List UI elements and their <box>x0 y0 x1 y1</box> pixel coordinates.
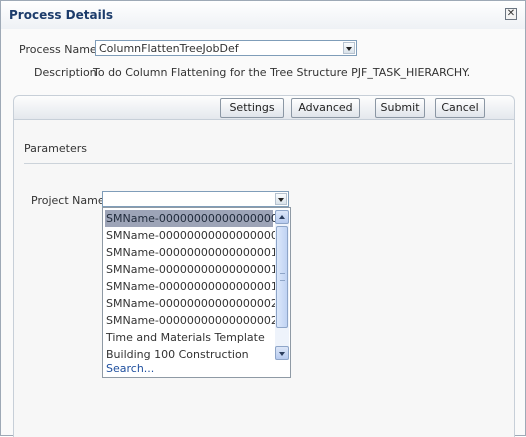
cancel-button[interactable]: Cancel <box>435 98 485 118</box>
submit-button[interactable]: Submit <box>375 98 425 118</box>
process-name-value: ColumnFlattenTreeJobDef <box>99 42 239 55</box>
list-item[interactable]: SMName-000000000000000008 <box>105 227 285 244</box>
scrollbar-thumb[interactable] <box>276 226 288 328</box>
chevron-down-icon[interactable] <box>343 42 355 54</box>
list-item[interactable]: SMName-000000000000000014 <box>105 261 285 278</box>
dropdown-scrollbar[interactable] <box>275 210 289 360</box>
grip-icon <box>280 273 285 281</box>
section-divider <box>24 163 512 164</box>
scroll-down-icon[interactable] <box>275 346 289 360</box>
search-link[interactable]: Search... <box>106 362 154 375</box>
process-details-dialog: Process Details ✕ Process Name ColumnFla… <box>0 0 526 437</box>
list-item[interactable]: SMName-000000000000000019 <box>105 278 285 295</box>
project-name-select[interactable] <box>102 191 289 207</box>
description-label: Description <box>34 66 97 79</box>
advanced-button[interactable]: Advanced <box>291 98 360 118</box>
action-toolbar: Settings Advanced Submit Cancel <box>14 96 514 120</box>
process-name-select[interactable]: ColumnFlattenTreeJobDef <box>95 40 357 56</box>
process-name-label: Process Name <box>19 43 97 56</box>
project-name-dropdown-list: SMName-000000000000000007 SMName-0000000… <box>102 207 291 378</box>
parameters-section-title: Parameters <box>24 142 87 155</box>
dialog-titlebar: Process Details ✕ <box>1 1 525 29</box>
list-item[interactable]: SMName-000000000000000021 <box>105 312 285 329</box>
list-item[interactable]: Time and Materials Template <box>105 329 273 346</box>
settings-button[interactable]: Settings <box>220 98 284 118</box>
chevron-down-icon[interactable] <box>275 193 287 205</box>
list-item[interactable]: SMName-000000000000000020 <box>105 295 285 312</box>
description-value: To do Column Flattening for the Tree Str… <box>93 66 471 79</box>
list-item[interactable]: Building 100 Construction <box>105 346 273 363</box>
project-name-label: Project Name <box>31 194 105 207</box>
dialog-title: Process Details <box>9 8 113 22</box>
scroll-up-icon[interactable] <box>275 210 289 224</box>
list-item[interactable]: SMName-000000000000000013 <box>105 244 285 261</box>
list-item[interactable]: SMName-000000000000000007 <box>105 210 285 227</box>
close-icon[interactable]: ✕ <box>505 8 517 20</box>
